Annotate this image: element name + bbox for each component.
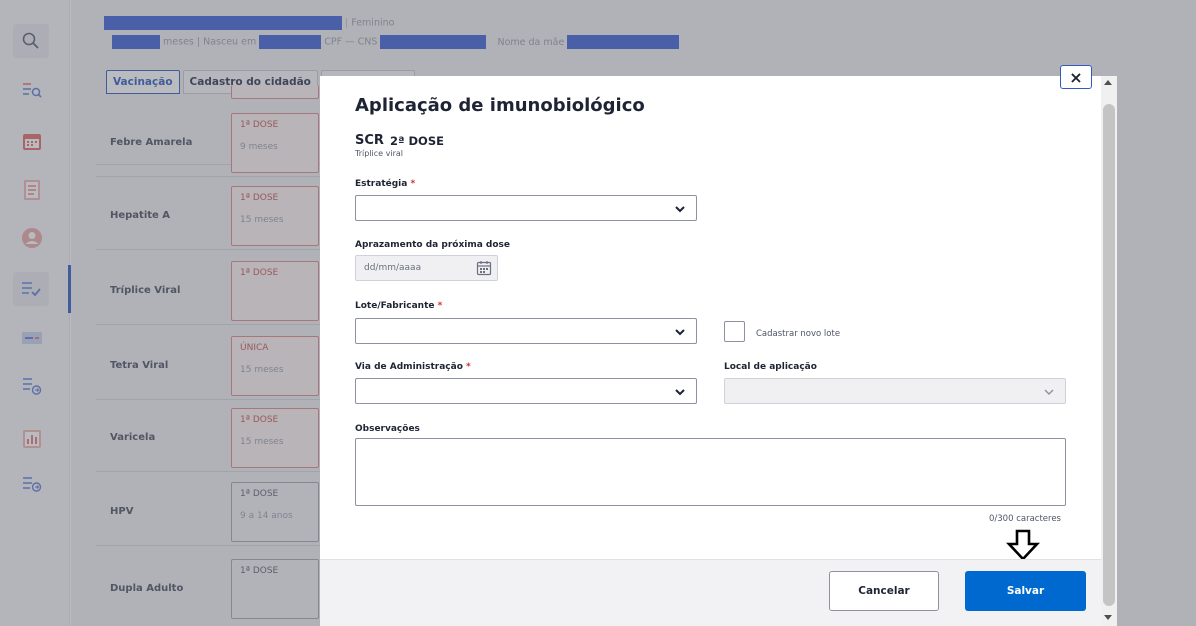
estrategia-select[interactable] [355, 195, 697, 221]
chevron-down-icon [675, 206, 685, 213]
aprazamento-label: Aprazamento da próxima dose [355, 240, 511, 250]
date-placeholder: dd/mm/aaaa [364, 263, 422, 273]
observacoes-label: Observações [355, 424, 420, 434]
calendar-icon[interactable] [476, 260, 492, 276]
local-label: Local de aplicação [724, 362, 817, 372]
vaccine-name-subtitle: Tríplice viral [355, 149, 403, 158]
chevron-down-icon [675, 329, 685, 336]
scroll-up-arrow[interactable] [1104, 80, 1112, 85]
via-select[interactable] [355, 378, 697, 404]
arrow-down-icon [1006, 529, 1040, 561]
close-icon[interactable]: × [1060, 65, 1092, 89]
modal-scrollbar[interactable] [1101, 76, 1117, 626]
observacoes-textarea[interactable] [355, 438, 1066, 506]
lote-label: Lote/Fabricante * [355, 301, 443, 311]
scroll-down-arrow[interactable] [1104, 615, 1112, 620]
cancel-button[interactable]: Cancelar [829, 571, 939, 611]
novo-lote-label[interactable]: Cadastrar novo lote [756, 329, 840, 339]
vaccine-code: SCR [355, 133, 384, 148]
modal-title: Aplicação de imunobiológico [355, 95, 645, 116]
chevron-down-icon [1044, 389, 1054, 395]
via-label: Via de Administração * [355, 362, 471, 372]
lote-select[interactable] [355, 318, 697, 344]
chevron-down-icon [675, 389, 685, 396]
aprazamento-date-input[interactable]: dd/mm/aaaa [355, 255, 498, 281]
scroll-thumb[interactable] [1103, 104, 1115, 606]
vaccine-dose: 2ª DOSE [390, 134, 444, 148]
save-button[interactable]: Salvar [965, 571, 1086, 611]
estrategia-label: Estratégia * [355, 179, 416, 189]
char-counter: 0/300 caracteres [989, 514, 1061, 524]
immunobiological-dialog: × Aplicação de imunobiológico SCR 2ª DOS… [320, 65, 1101, 626]
novo-lote-checkbox[interactable] [724, 321, 745, 342]
local-select[interactable] [724, 378, 1066, 404]
